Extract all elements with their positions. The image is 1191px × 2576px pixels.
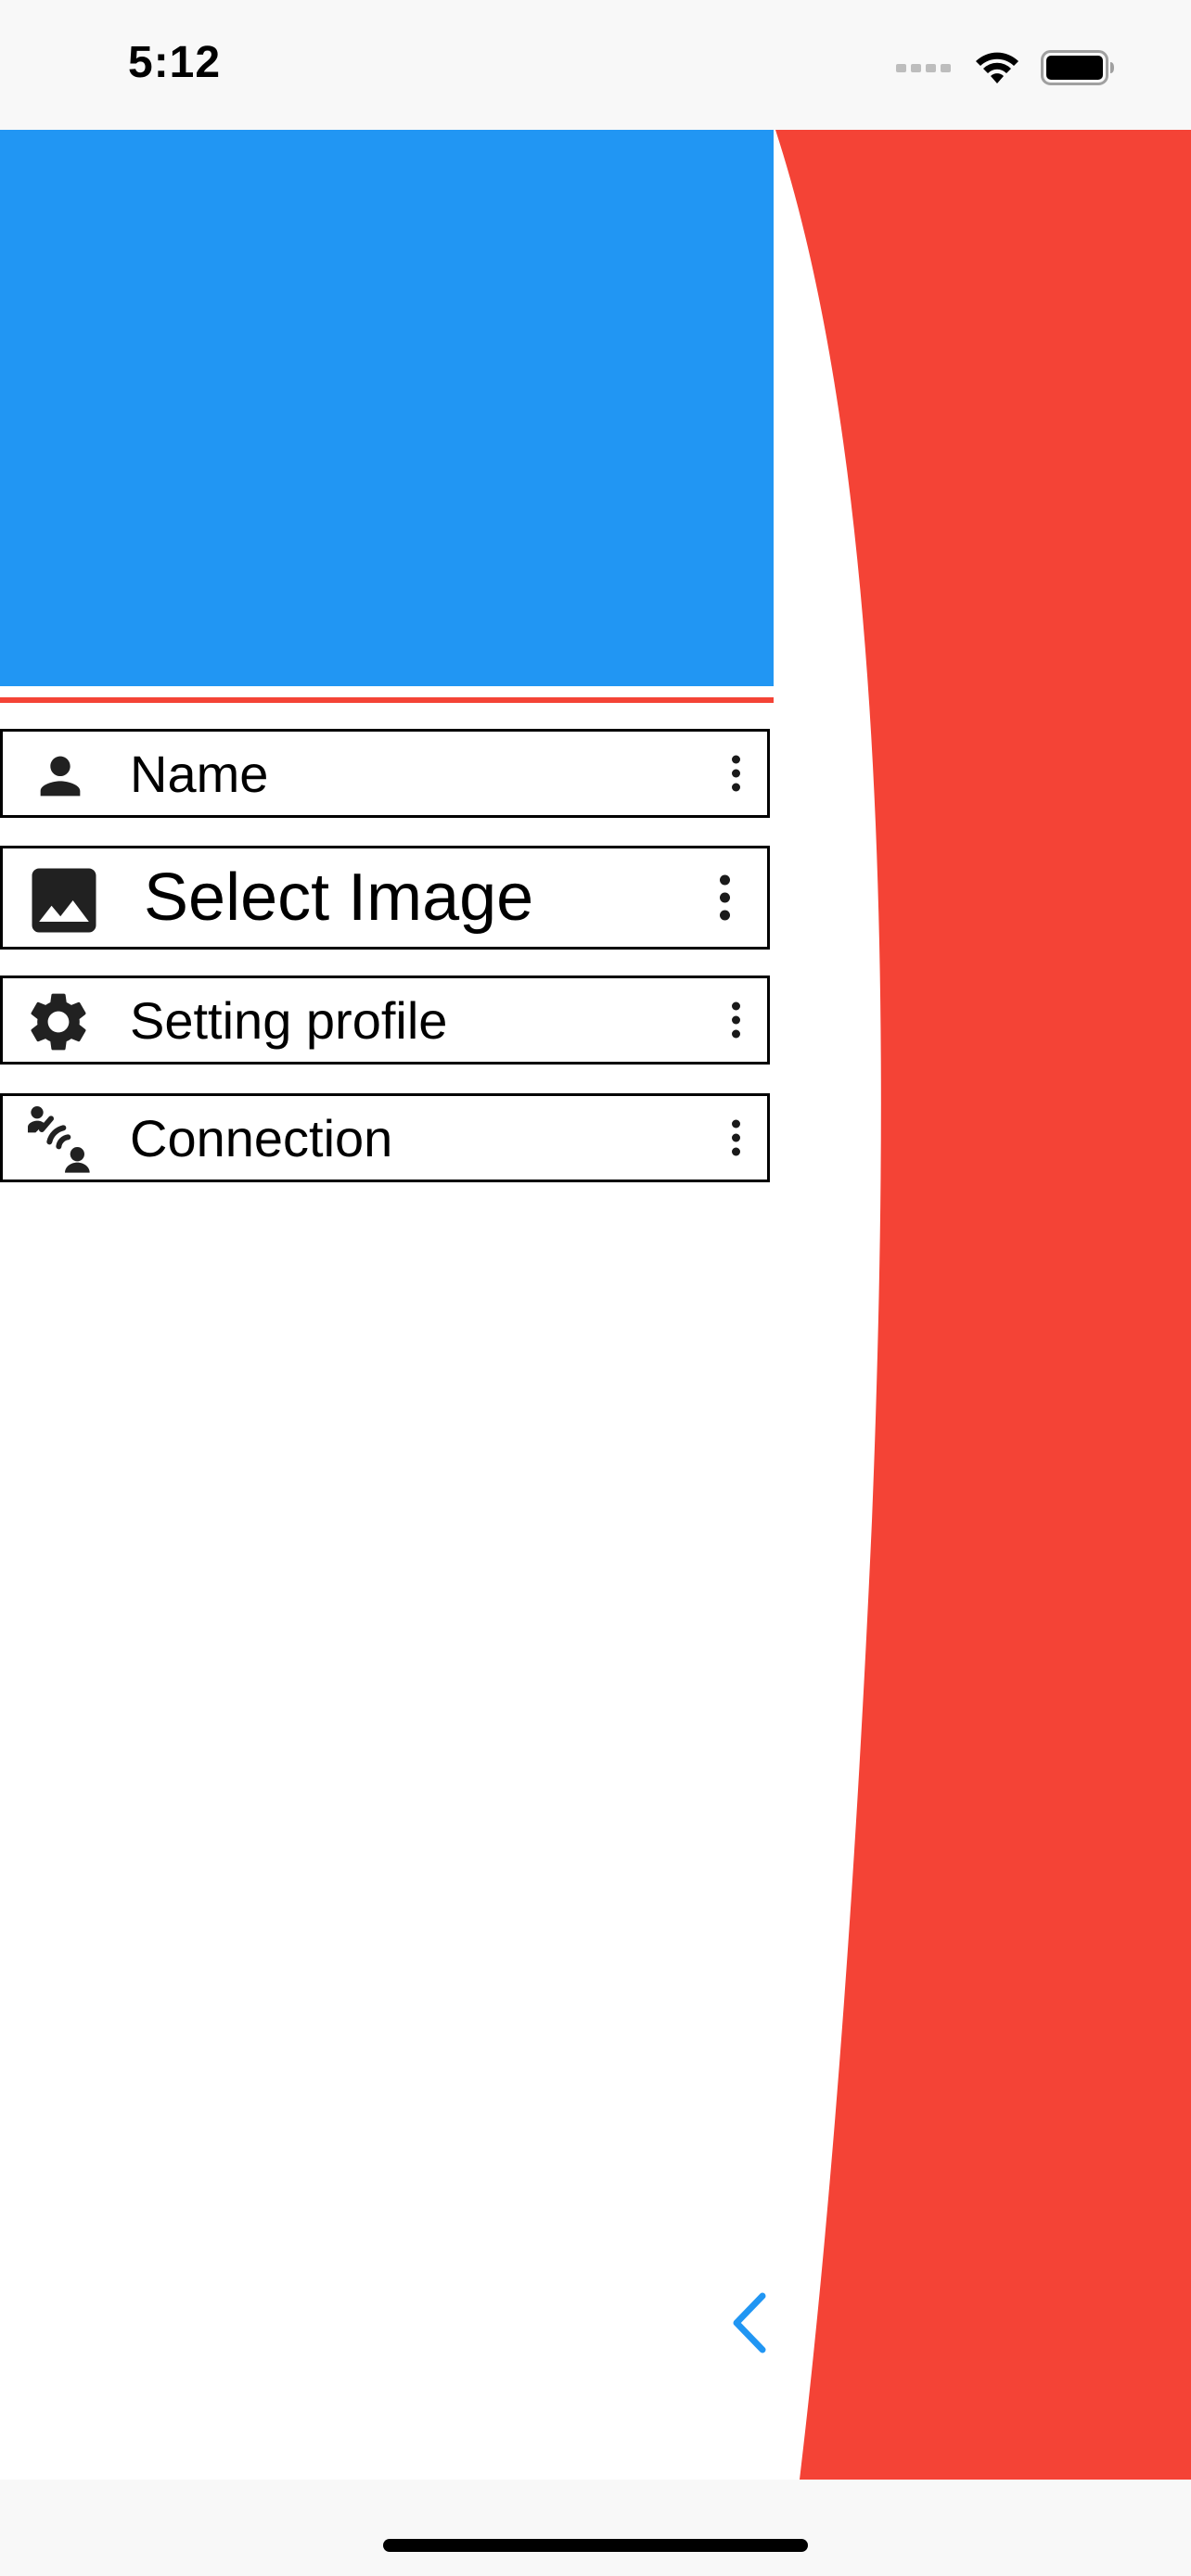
person-icon	[40, 756, 81, 797]
menu-item-setting-profile[interactable]: Setting profile	[0, 976, 770, 1065]
status-icons	[896, 45, 1115, 91]
battery-icon	[1041, 50, 1114, 85]
more-options-icon[interactable]	[719, 874, 730, 921]
signal-dots-icon	[896, 64, 951, 72]
drawer-header	[0, 130, 774, 686]
menu-item-name[interactable]: Name	[0, 729, 770, 818]
menu-item-label: Select Image	[144, 861, 534, 935]
gear-icon	[31, 993, 86, 1051]
status-bar: 5:12	[0, 0, 1191, 130]
menu-item-select-image[interactable]: Select Image	[0, 846, 770, 950]
status-time: 5:12	[128, 38, 222, 87]
connection-icon	[28, 1106, 90, 1173]
menu-item-label: Name	[130, 744, 269, 803]
image-icon	[32, 868, 96, 933]
menu-item-label: Connection	[130, 1108, 393, 1167]
more-options-icon[interactable]	[730, 755, 741, 792]
more-options-icon[interactable]	[730, 1001, 741, 1039]
home-indicator-area	[0, 2480, 1191, 2576]
wifi-icon	[976, 52, 1018, 83]
app-screen: 5:12 Name Select Image Setting profile C…	[0, 0, 1191, 2576]
more-options-icon[interactable]	[730, 1119, 741, 1156]
drawer-divider	[0, 697, 774, 703]
home-indicator[interactable]	[383, 2539, 808, 2552]
menu-item-label: Setting profile	[130, 990, 448, 1050]
menu-item-connection[interactable]: Connection	[0, 1093, 770, 1182]
chevron-left-icon[interactable]	[724, 2290, 779, 2355]
